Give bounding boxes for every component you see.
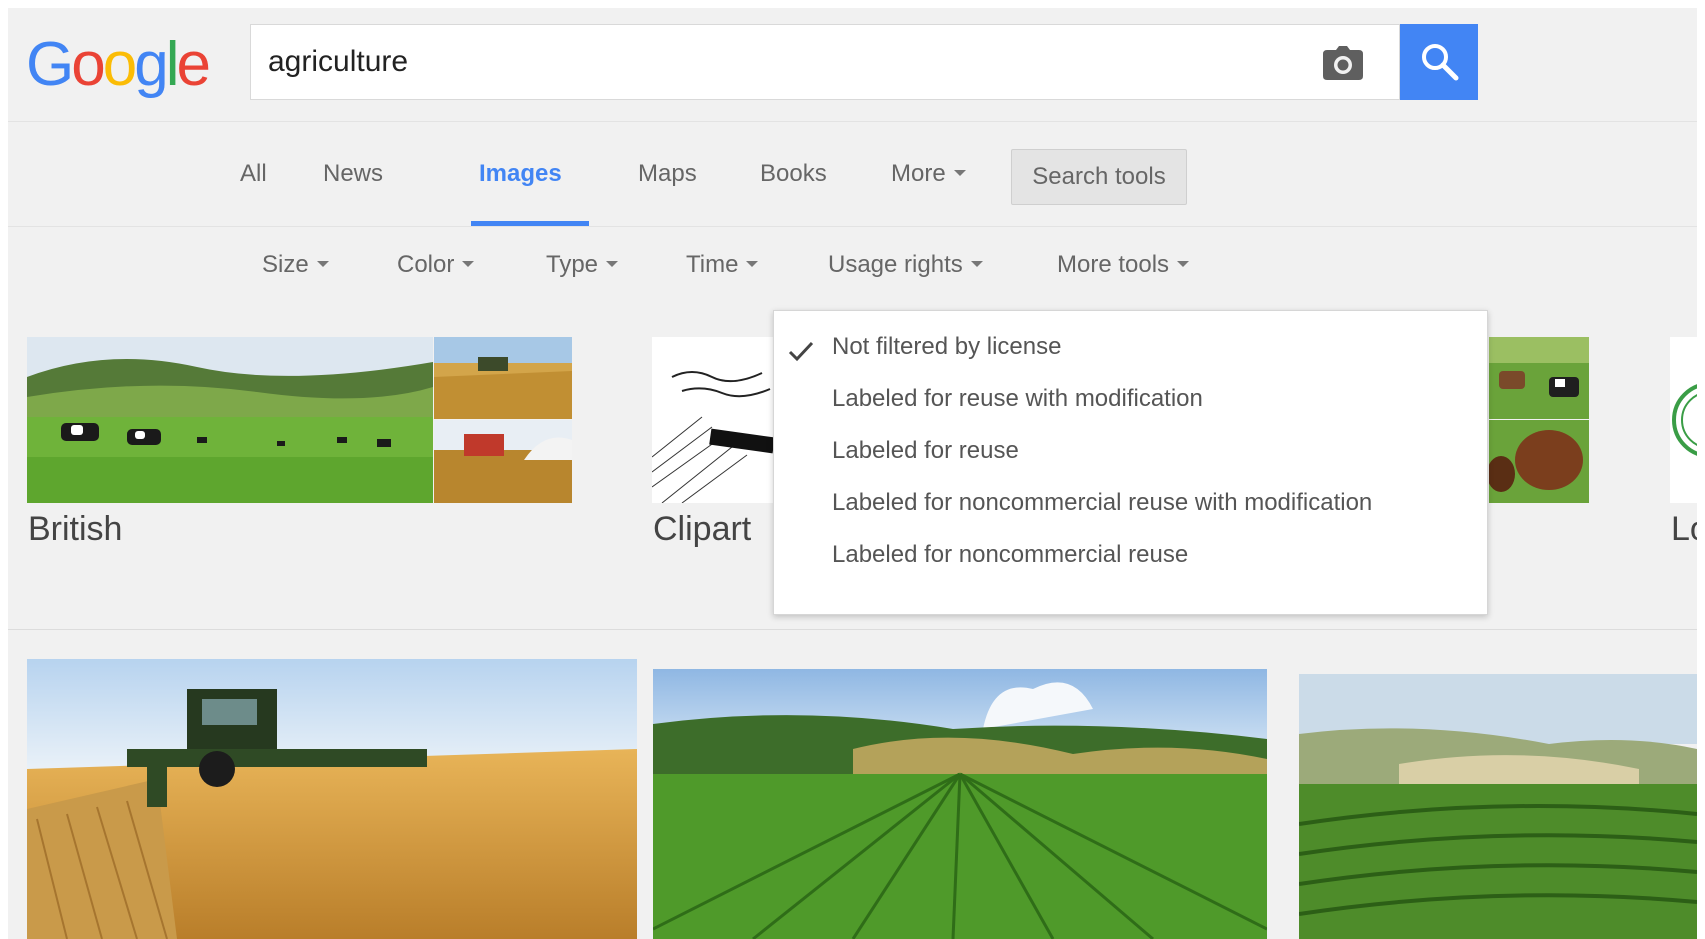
logo-letter: e [176,30,211,99]
logo-letter: g [134,30,169,99]
group-label[interactable]: British [28,510,122,549]
caret-down-icon [1177,261,1190,268]
google-logo[interactable]: Google [26,30,211,102]
tool-label: More tools [1057,251,1170,278]
menu-item-reuse[interactable]: Labeled for reuse [774,425,1487,477]
tool-time[interactable]: Time [686,251,759,279]
logo-letter: G [26,30,74,99]
menu-item-label: Not filtered by license [832,333,1062,360]
search-input[interactable] [268,39,1288,85]
tab-label: Maps [638,160,697,187]
tool-usage-rights[interactable]: Usage rights [828,251,983,279]
tab-news[interactable]: News [323,160,383,188]
tool-size[interactable]: Size [262,251,329,279]
image-thumbnail[interactable] [1489,337,1589,419]
menu-item-label: Labeled for reuse with modification [832,385,1203,412]
menu-item-noncommercial-reuse-with-modification[interactable]: Labeled for noncommercial reuse with mod… [774,477,1487,529]
image-thumbnail[interactable] [434,420,572,503]
menu-item-label: Labeled for reuse [832,437,1019,464]
tool-color[interactable]: Color [397,251,475,279]
search-nav: All News Images Maps Books More Search t… [8,122,1697,227]
google-images-page: Google All News Images Maps Books More [8,8,1697,939]
tool-label: Size [262,251,309,278]
logo-letter: o [71,30,106,99]
tool-label: Time [686,251,739,278]
camera-icon[interactable] [1323,46,1363,80]
image-thumbnail[interactable] [27,659,637,939]
search-tools-button[interactable]: Search tools [1011,149,1187,205]
menu-item-not-filtered[interactable]: Not filtered by license [774,321,1487,373]
tab-label: More [891,160,946,187]
search-box [250,24,1400,100]
active-tab-indicator [471,221,589,226]
menu-item-reuse-with-modification[interactable]: Labeled for reuse with modification [774,373,1487,425]
tab-images[interactable]: Images [479,160,562,188]
image-thumbnail[interactable] [653,669,1267,939]
group-label[interactable]: Lo [1671,510,1697,549]
caret-down-icon [606,261,619,268]
image-thumbnail[interactable] [1299,674,1697,939]
search-button[interactable] [1400,24,1478,100]
image-thumbnail[interactable] [652,337,774,503]
tab-books[interactable]: Books [760,160,827,188]
caret-down-icon [462,261,475,268]
image-thumbnail[interactable] [1670,337,1697,503]
tab-label: News [323,160,384,187]
tool-more-tools[interactable]: More tools [1057,251,1190,279]
magnifier-icon [1422,44,1459,81]
tool-type[interactable]: Type [546,251,619,279]
tab-label: All [240,160,267,187]
menu-item-label: Labeled for noncommercial reuse [832,541,1189,568]
tab-more[interactable]: More [891,160,966,188]
tool-label: Usage rights [828,251,963,278]
caret-down-icon [316,261,329,268]
caret-down-icon [746,261,759,268]
caret-down-icon [953,170,966,177]
tab-all[interactable]: All [240,160,267,188]
tab-maps[interactable]: Maps [638,160,697,188]
image-thumbnail[interactable] [27,337,433,503]
image-thumbnail[interactable] [434,337,572,419]
tab-label: Books [760,160,827,187]
row-divider [8,629,1697,630]
header-bar: Google [8,8,1697,122]
image-thumbnail[interactable] [1489,420,1589,503]
logo-letter: l [165,30,180,99]
menu-item-label: Labeled for noncommercial reuse with mod… [832,489,1373,516]
usage-rights-menu: Not filtered by license Labeled for reus… [773,310,1488,615]
search-tools-row: Size Color Type Time Usage rights More t… [8,227,1697,307]
menu-item-noncommercial-reuse[interactable]: Labeled for noncommercial reuse [774,529,1487,581]
group-label[interactable]: Clipart [653,510,751,549]
tool-label: Type [546,251,599,278]
tab-label: Images [479,160,562,187]
tool-label: Color [397,251,455,278]
checkmark-icon [788,341,814,362]
logo-letter: o [102,30,138,99]
caret-down-icon [970,261,983,268]
